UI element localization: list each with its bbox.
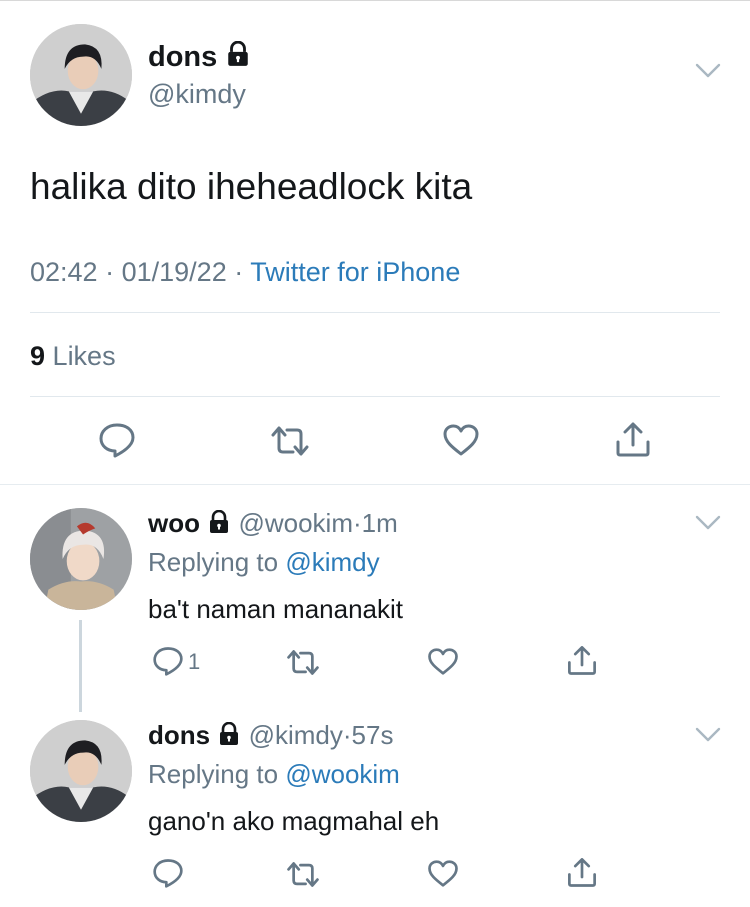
section-divider xyxy=(0,484,750,485)
lock-icon xyxy=(225,41,251,75)
lock-icon xyxy=(217,721,241,752)
replying-to-link[interactable]: @wookim xyxy=(285,759,400,789)
reply-icon[interactable] xyxy=(152,858,184,888)
heart-icon[interactable] xyxy=(427,647,459,676)
reply-count: 1 xyxy=(188,649,201,674)
meta-separator: · xyxy=(234,257,244,287)
author-name-row: dons xyxy=(148,40,251,75)
replying-to-link[interactable]: @kimdy xyxy=(285,547,379,577)
meta-separator: · xyxy=(105,257,115,287)
divider xyxy=(30,396,720,397)
avatar[interactable] xyxy=(30,720,132,822)
meta-separator: · xyxy=(342,720,352,750)
reply-icon[interactable] xyxy=(152,646,184,676)
heart-icon[interactable] xyxy=(427,859,459,888)
reply-text: gano'n ako magmahal eh xyxy=(148,806,440,836)
avatar[interactable] xyxy=(30,508,132,610)
reply-time: 1m xyxy=(361,508,398,538)
meta-separator: · xyxy=(353,508,362,538)
display-name[interactable]: dons xyxy=(148,41,217,73)
replying-to-line: Replying to @kimdy xyxy=(148,547,380,577)
top-border xyxy=(0,0,750,1)
handle[interactable]: @kimdy xyxy=(148,78,246,110)
reply-header: dons @kimdy·57s xyxy=(148,720,393,752)
reply-time: 57s xyxy=(351,720,394,750)
divider xyxy=(30,312,720,313)
share-icon[interactable] xyxy=(566,644,598,676)
thread-line xyxy=(79,620,82,712)
likes-label: Likes xyxy=(52,341,116,371)
replying-to-line: Replying to @wookim xyxy=(148,759,400,789)
display-name[interactable]: dons xyxy=(148,720,210,750)
handle[interactable]: @kimdy xyxy=(249,720,343,750)
retweet-icon[interactable] xyxy=(286,648,320,677)
reply-icon[interactable] xyxy=(98,422,136,458)
retweet-icon[interactable] xyxy=(286,860,320,889)
tweet-source-link[interactable]: Twitter for iPhone xyxy=(250,257,460,287)
likes-summary[interactable]: 9 Likes xyxy=(30,340,116,372)
tweet-text: halika dito iheheadlock kita xyxy=(30,166,473,207)
lock-icon xyxy=(207,509,231,540)
replying-label: Replying to xyxy=(148,759,279,789)
avatar[interactable] xyxy=(30,24,132,126)
share-icon[interactable] xyxy=(614,420,652,458)
display-name[interactable]: woo xyxy=(148,508,200,538)
likes-count: 9 xyxy=(30,341,46,371)
chevron-down-icon[interactable] xyxy=(694,62,722,80)
chevron-down-icon[interactable] xyxy=(694,726,722,744)
tweet-date: 01/19/22 xyxy=(121,257,227,287)
share-icon[interactable] xyxy=(566,856,598,888)
chevron-down-icon[interactable] xyxy=(694,514,722,532)
heart-icon[interactable] xyxy=(442,423,480,457)
reply-header: woo @wookim·1m xyxy=(148,508,398,540)
reply-text: ba't naman mananakit xyxy=(148,594,404,624)
replying-label: Replying to xyxy=(148,547,279,577)
handle[interactable]: @wookim xyxy=(238,508,353,538)
tweet-time: 02:42 xyxy=(30,257,98,287)
retweet-icon[interactable] xyxy=(270,424,310,458)
tweet-meta: 02:42 · 01/19/22 · Twitter for iPhone xyxy=(30,256,460,288)
